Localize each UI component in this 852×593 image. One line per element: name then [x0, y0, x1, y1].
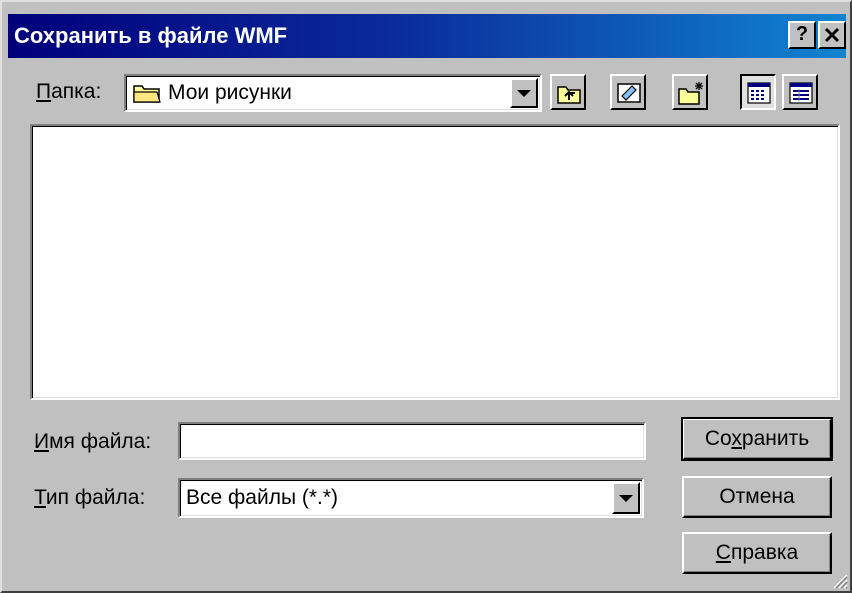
folder-label-text: апка: — [51, 80, 102, 103]
save-button-text-pre: Со — [704, 427, 732, 450]
save-button-accel: х — [731, 427, 742, 450]
details-view-button[interactable] — [782, 74, 818, 110]
up-one-level-button[interactable] — [550, 74, 586, 110]
folder-label: Папка: — [36, 80, 101, 104]
save-button-text-post: ранить — [741, 427, 810, 450]
filetype-label: Тип файла: — [34, 486, 145, 510]
close-title-button[interactable] — [818, 21, 846, 49]
filetype-value: Все файлы (*.*) — [186, 486, 339, 509]
title-bar[interactable]: Сохранить в файле WMF ? — [8, 14, 846, 58]
list-view-icon — [747, 82, 771, 104]
details-view-icon — [789, 82, 813, 104]
filename-label: Имя файла: — [34, 430, 151, 454]
folder-dropdown-button[interactable] — [510, 78, 538, 108]
save-button[interactable]: Сохранить — [681, 417, 833, 461]
save-as-wmf-dialog: Сохранить в файле WMF ? Папка: Мои рисун… — [0, 0, 852, 593]
folder-combobox[interactable]: Мои рисунки — [124, 74, 542, 112]
chevron-down-icon — [619, 495, 633, 502]
help-button-text: правка — [730, 541, 799, 564]
folder-label-accel: П — [36, 80, 52, 103]
filetype-dropdown-button[interactable] — [612, 482, 640, 514]
new-folder-icon — [678, 82, 703, 105]
filetype-label-accel: Т — [34, 486, 46, 509]
desktop-icon — [617, 83, 641, 103]
list-view-button[interactable] — [740, 74, 776, 110]
close-icon — [824, 27, 840, 43]
cancel-button[interactable]: Отмена — [682, 476, 832, 518]
resize-grip-icon[interactable] — [830, 571, 848, 589]
filename-input[interactable] — [178, 422, 646, 460]
file-list[interactable] — [30, 124, 840, 400]
create-new-folder-button[interactable] — [672, 74, 708, 110]
filetype-combobox[interactable]: Все файлы (*.*) — [178, 478, 644, 518]
folder-current: Мои рисунки — [168, 81, 292, 104]
dialog-title: Сохранить в файле WMF — [14, 23, 288, 48]
folder-up-icon — [557, 86, 581, 104]
chevron-down-icon — [517, 90, 531, 97]
filename-label-accel: И — [34, 430, 50, 453]
filename-label-text: мя файла: — [49, 430, 152, 453]
filetype-label-text: ип файла: — [45, 486, 146, 509]
folder-icon — [133, 85, 161, 103]
help-button-accel: С — [715, 541, 731, 564]
help-button[interactable]: Справка — [682, 532, 832, 574]
desktop-button[interactable] — [610, 74, 646, 110]
help-title-button[interactable]: ? — [788, 21, 816, 49]
